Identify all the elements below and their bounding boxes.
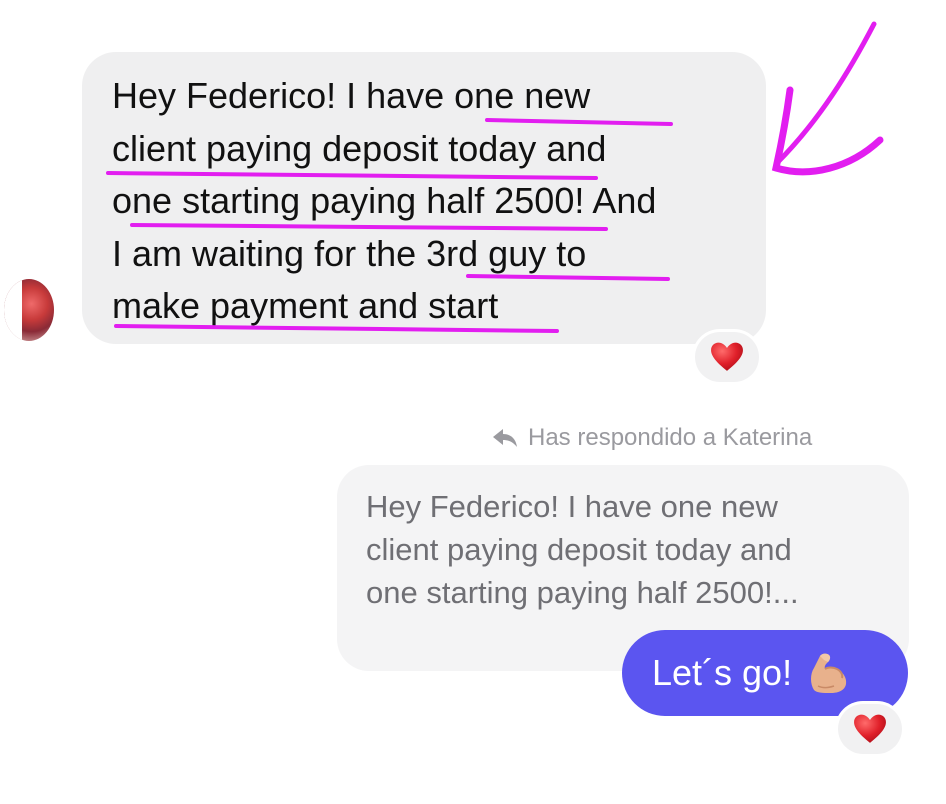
quoted-message-line: one starting paying half 2500!...	[366, 575, 799, 610]
outgoing-message-text: Let´s go!	[652, 652, 793, 693]
annotation-arrow-head	[771, 86, 884, 176]
incoming-message-line: Hey Federico! I have one new	[112, 75, 591, 116]
quoted-message-line: Hey Federico! I have one new	[366, 489, 778, 524]
reply-context-text: Has respondido a Katerina	[528, 424, 813, 451]
heart-icon	[711, 342, 743, 371]
reply-context-label: Has respondido a Katerina	[492, 422, 812, 454]
incoming-message-line: make payment and start	[112, 285, 499, 326]
sender-avatar[interactable]	[4, 279, 54, 341]
outgoing-reaction-badge[interactable]	[838, 704, 902, 754]
incoming-message-line: one starting paying half 2500! And	[112, 180, 657, 221]
heart-icon	[854, 714, 886, 743]
incoming-reaction-badge[interactable]	[695, 332, 759, 382]
quoted-message-text: Hey Federico! I have one new client payi…	[366, 485, 896, 614]
flexed-biceps-icon	[811, 653, 847, 693]
incoming-message-text: Hey Federico! I have one new client payi…	[112, 70, 752, 333]
quoted-message-line: client paying deposit today and	[366, 532, 792, 567]
incoming-message-line: I am waiting for the 3rd guy to	[112, 232, 587, 274]
reply-arrow-icon	[493, 429, 517, 447]
annotation-arrow-shaft	[773, 21, 877, 167]
incoming-message-line: client paying deposit today and	[112, 127, 607, 169]
chat-canvas: Hey Federico! I have one new client payi…	[0, 0, 946, 804]
